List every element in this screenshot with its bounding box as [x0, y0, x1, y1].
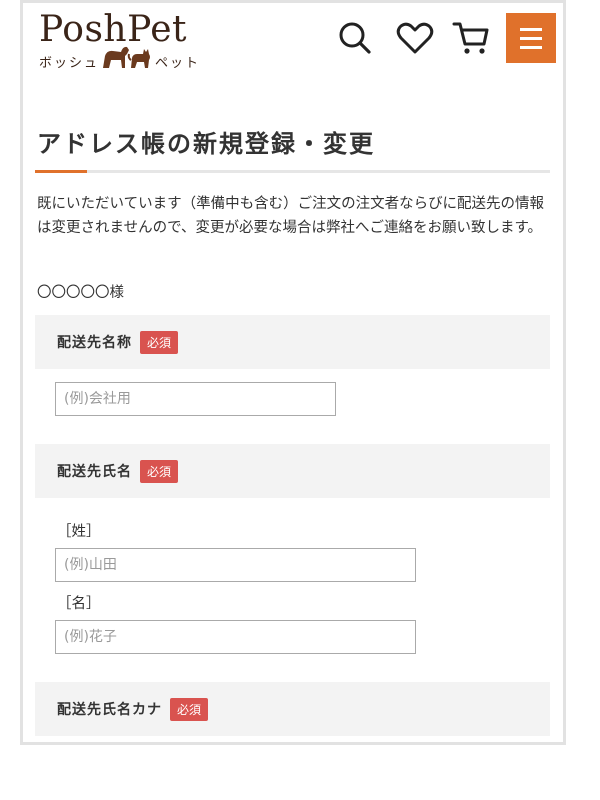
cart-icon [452, 22, 489, 54]
logo-sub-left: ボッシュ [39, 56, 100, 71]
page-title: アドレス帳の新規登録・変更 [37, 130, 375, 158]
favorites-button[interactable] [395, 18, 435, 58]
logo-sub-right: ペット [155, 56, 201, 71]
last-name-input[interactable] [55, 548, 416, 582]
page-frame: PoshPet ボッシュ ペット アドレス帳の新規登録・変更 既にいただいていま… [20, 0, 566, 745]
required-badge: 必須 [140, 330, 179, 354]
first-name-input[interactable] [55, 620, 416, 654]
customer-name: 〇〇〇〇〇様 [37, 285, 124, 301]
menu-bar [520, 36, 542, 40]
cart-button[interactable] [451, 18, 491, 58]
title-divider [35, 170, 550, 173]
title-accent [35, 170, 87, 173]
section-recipient-kana: 配送先氏名カナ 必須 [35, 682, 550, 736]
heart-icon [396, 22, 434, 54]
search-button[interactable] [335, 18, 375, 58]
section-label: 配送先名称 [57, 335, 132, 351]
search-icon [339, 22, 371, 54]
required-badge: 必須 [170, 697, 209, 721]
section-recipient-name: 配送先氏名 必須 [35, 444, 550, 498]
first-name-label: ［名］ [57, 596, 101, 612]
notice-text: 既にいただいています（準備中も含む）ご注文の注文者ならびに配送先の情報は変更され… [37, 196, 545, 236]
section-delivery-name: 配送先名称 必須 [35, 315, 550, 369]
menu-bar [520, 27, 542, 31]
last-name-label: ［姓］ [57, 524, 101, 540]
menu-bar [520, 45, 542, 49]
hamburger-menu-icon[interactable] [506, 13, 556, 63]
section-label: 配送先氏名カナ [57, 702, 162, 718]
site-logo[interactable]: PoshPet ボッシュ ペット [39, 10, 209, 72]
required-badge: 必須 [140, 459, 179, 483]
dog-cat-icon [103, 46, 150, 68]
logo-subtext: ボッシュ ペット [39, 46, 209, 72]
delivery-name-input[interactable] [55, 382, 336, 416]
section-label: 配送先氏名 [57, 464, 132, 480]
